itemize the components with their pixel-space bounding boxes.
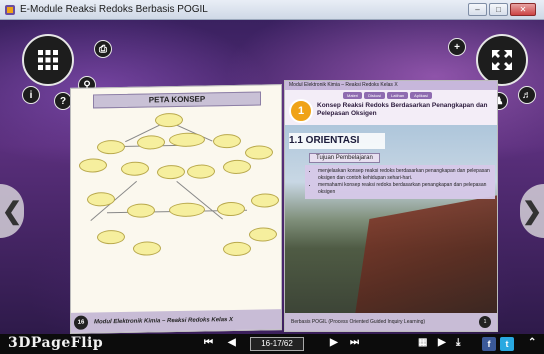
right-footer-text: Berbasis POGIL (Process Oriented Guided … [291,319,426,325]
next-page-arrow[interactable]: ❯ [520,184,544,238]
concept-node [87,192,115,207]
close-button[interactable]: ✕ [510,3,536,16]
concept-node [137,135,165,150]
minimize-button[interactable]: – [468,3,487,16]
app-icon [5,5,15,15]
brand-logo: 3DPageFlip [8,335,104,351]
concept-node [79,158,107,173]
expand-toolbar-button[interactable]: ⌃ [528,337,536,348]
concept-map-heading: PETA KONSEP [93,91,261,109]
info-button[interactable]: i [22,86,40,104]
concept-node [157,164,185,180]
tab-diskusi[interactable]: Diskusi [364,92,386,99]
tab-latihan[interactable]: Latihan [387,92,409,99]
right-page-number: 1 [479,316,491,328]
viewer-stage: ⎙ i ? ⚲ + ✉ ♟ ♬ ❮ ❯ P [0,20,544,334]
sound-button[interactable]: ♬ [518,86,536,104]
concept-node [133,241,161,256]
prev-page-arrow[interactable]: ❮ [0,184,24,238]
autoplay-button[interactable]: ▶ [438,337,446,348]
thumbnails-menu-button[interactable] [22,34,74,86]
section-title: 1.1 ORIENTASI [289,135,360,146]
next-page-button[interactable]: ▶ [330,337,338,348]
window-title: E-Module Reaksi Redoks Berbasis POGIL [20,4,208,15]
first-page-button[interactable]: ⏮ [204,337,213,348]
concept-node [169,132,205,148]
grid-icon [38,50,58,70]
last-page-button[interactable]: ⏭ [350,337,359,348]
concept-node [249,227,277,242]
concept-node [251,193,279,208]
fullscreen-icon [492,50,512,70]
concept-node [121,161,149,176]
left-page[interactable]: PETA KONSEP 16 Modul Elektronik Kimia – … [70,84,282,334]
thumbnails-button[interactable]: ▦ [418,337,427,348]
next-icon: ▶ [330,337,338,348]
tab-aplikasi[interactable]: Aplikasi [410,92,432,99]
concept-node [217,201,245,217]
concept-node [127,203,155,218]
concept-node [213,133,241,149]
concept-node [223,241,251,257]
concept-node [223,159,251,175]
learning-goal: memahami konsep reaksi redoks berdasarka… [318,182,490,196]
page-indicator[interactable]: 16-17/62 [250,337,304,351]
concept-node [169,202,205,218]
right-page-tabs: Materi Diskusi Latihan Aplikasi [343,92,432,99]
window-titlebar: E-Module Reaksi Redoks Berbasis POGIL – … [0,0,544,20]
next-page-icon: ❯ [521,197,543,225]
concept-node [187,164,215,179]
prev-page-icon: ❮ [1,197,23,225]
print-button[interactable]: ⎙ [94,40,112,58]
concept-map [77,109,279,302]
concept-node [97,139,125,155]
bottom-toolbar: 3DPageFlip ⏮ ◀ 16-17/62 ▶ ⏭ ▦ ▶ ⤓ f t ⌃ [0,334,544,354]
concept-node [245,145,273,160]
info-icon: i [29,89,33,101]
facebook-icon: f [487,339,491,349]
concept-node [97,229,125,245]
print-icon: ⎙ [99,43,107,55]
prev-page-button[interactable]: ◀ [228,337,236,348]
window-controls: – □ ✕ [468,3,536,16]
left-page-footer: 16 Modul Elektronik Kimia – Reaksi Redok… [71,309,281,333]
twitter-icon: t [505,339,509,349]
thumbnails-icon: ▦ [418,337,428,348]
prev-icon: ◀ [228,337,236,348]
learning-goals: menjelaskan konsep reaksi redoks berdasa… [305,165,495,199]
sound-icon: ♬ [522,89,532,101]
chapter-title: Konsep Reaksi Redoks Berdasarkan Penangk… [317,102,488,117]
expand-icon: ⌃ [528,337,537,348]
last-page-icon: ⏭ [350,337,359,348]
right-page[interactable]: Modul Elektronik Kimia – Reaksi Redoks K… [284,80,498,332]
facebook-button[interactable]: f [482,337,496,351]
zoom-in-button[interactable]: + [448,38,466,56]
zoom-in-icon: + [454,41,460,53]
download-icon: ⤓ [456,337,461,348]
tab-materi[interactable]: Materi [343,92,363,99]
right-page-header: Modul Elektronik Kimia – Reaksi Redoks K… [285,81,497,90]
download-button[interactable]: ⤓ [456,337,460,348]
play-icon: ▶ [438,337,446,348]
right-page-footer: Berbasis POGIL (Process Oriented Guided … [285,313,497,331]
left-footer-text: Modul Elektronik Kimia – Reaksi Redoks K… [94,317,234,326]
flipbook[interactable]: PETA KONSEP 16 Modul Elektronik Kimia – … [60,80,500,336]
learning-goal: menjelaskan konsep reaksi redoks berdasa… [318,168,490,182]
rusted-ship-image [355,195,497,315]
first-page-icon: ⏮ [204,337,213,348]
maximize-button[interactable]: □ [489,3,508,16]
twitter-button[interactable]: t [500,337,514,351]
fullscreen-button[interactable] [476,34,528,86]
learning-goals-label: Tujuan Pembelajaran [309,153,380,163]
left-page-number: 16 [74,315,88,330]
chapter-number: 1 [289,99,313,123]
